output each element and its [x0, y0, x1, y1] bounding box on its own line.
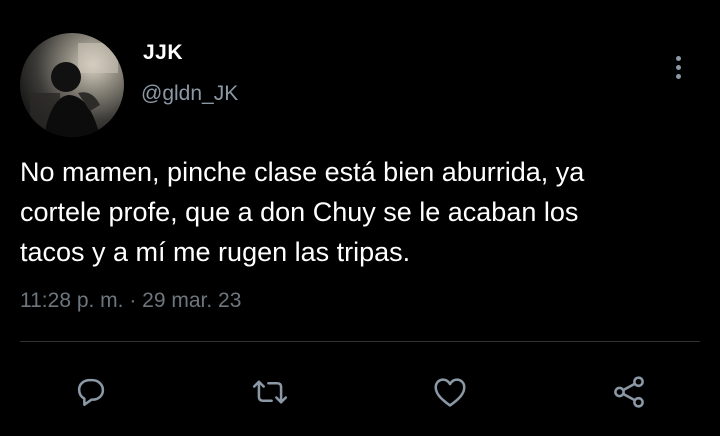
- more-vertical-icon: [675, 55, 681, 61]
- like-button[interactable]: [430, 372, 470, 412]
- tweet-text: No mamen, pinche clase está bien aburrid…: [20, 152, 700, 272]
- reply-icon: [77, 378, 105, 406]
- avatar-photo: [30, 43, 118, 137]
- retweet-icon: [252, 380, 288, 404]
- tweet-card: JJK @gldn_JK No mamen, pinche clase está…: [0, 0, 720, 436]
- tweet-timestamp[interactable]: 11:28 p. m. · 29 mar. 23: [20, 289, 241, 313]
- heart-icon: [434, 378, 466, 407]
- user-display-name[interactable]: JJK: [143, 41, 183, 65]
- tweet-text-line: cortele profe, que a don Chuy se le acab…: [20, 197, 579, 227]
- divider: [20, 341, 700, 342]
- user-handle[interactable]: @gldn_JK: [141, 82, 238, 106]
- more-options-button[interactable]: [665, 52, 691, 82]
- share-icon: [614, 376, 644, 408]
- tweet-text-line: No mamen, pinche clase está bien aburrid…: [20, 157, 585, 187]
- share-button[interactable]: [609, 372, 649, 412]
- reply-button[interactable]: [71, 372, 111, 412]
- tweet-text-line: tacos y a mí me rugen las tripas.: [20, 237, 411, 267]
- avatar[interactable]: [20, 33, 124, 137]
- retweet-button[interactable]: [250, 372, 290, 412]
